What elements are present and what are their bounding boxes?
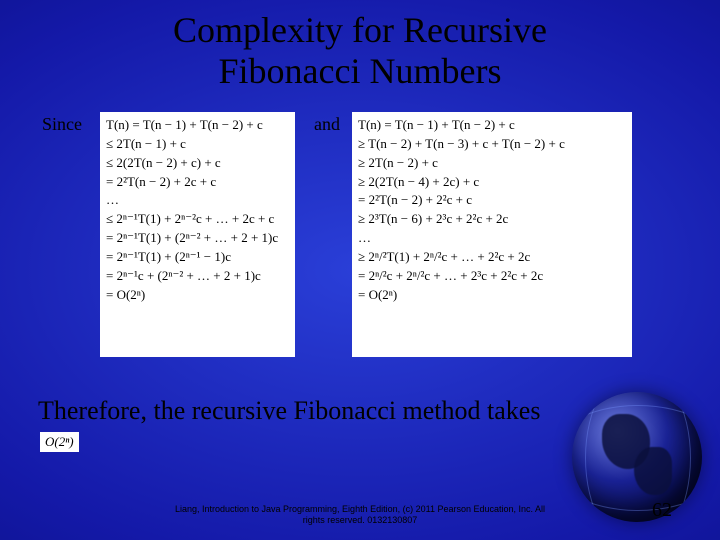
title-line-1: Complexity for Recursive	[173, 10, 547, 50]
conclusion-text: Therefore, the recursive Fibonacci metho…	[38, 396, 540, 426]
math-line: = 2ⁿ⁻¹T(1) + (2ⁿ⁻¹ − 1)c	[106, 248, 289, 267]
title-line-2: Fibonacci Numbers	[219, 51, 502, 91]
math-line: = 2ⁿ⁻¹T(1) + (2ⁿ⁻² + … + 2 + 1)c	[106, 229, 289, 248]
label-since: Since	[42, 114, 82, 135]
math-line: ≥ 2³T(n − 6) + 2³c + 2²c + 2c	[358, 210, 626, 229]
math-line: ≥ 2T(n − 2) + c	[358, 154, 626, 173]
math-line: = 2²T(n − 2) + 2c + c	[106, 173, 289, 192]
math-line: ≤ 2T(n − 1) + c	[106, 135, 289, 154]
math-line: …	[106, 191, 289, 210]
slide-title: Complexity for Recursive Fibonacci Numbe…	[0, 10, 720, 93]
footer-line-1: Liang, Introduction to Java Programming,…	[175, 504, 545, 514]
math-line: = O(2ⁿ)	[358, 286, 626, 305]
math-line: = O(2ⁿ)	[106, 286, 289, 305]
footer-line-2: rights reserved. 0132130807	[303, 515, 418, 525]
label-and: and	[314, 114, 340, 135]
math-derivation-upper-bound: T(n) = T(n − 1) + T(n − 2) + c ≤ 2T(n − …	[100, 112, 295, 357]
footer-citation: Liang, Introduction to Java Programming,…	[0, 504, 720, 526]
math-line: …	[358, 229, 626, 248]
math-line: ≥ T(n − 2) + T(n − 3) + c + T(n − 2) + c	[358, 135, 626, 154]
math-line: = 2ⁿ/²c + 2ⁿ/²c + … + 2³c + 2²c + 2c	[358, 267, 626, 286]
complexity-result: O(2ⁿ)	[40, 432, 79, 452]
math-line: ≤ 2ⁿ⁻¹T(1) + 2ⁿ⁻²c + … + 2c + c	[106, 210, 289, 229]
slide-number: 62	[652, 499, 672, 522]
globe-landmass	[634, 447, 672, 495]
math-line: ≤ 2(2T(n − 2) + c) + c	[106, 154, 289, 173]
globe-graphic	[572, 392, 702, 522]
math-line: T(n) = T(n − 1) + T(n − 2) + c	[106, 116, 289, 135]
math-line: ≥ 2(2T(n − 4) + 2c) + c	[358, 173, 626, 192]
math-line: ≥ 2ⁿ/²T(1) + 2ⁿ/²c + … + 2²c + 2c	[358, 248, 626, 267]
math-line: = 2ⁿ⁻¹c + (2ⁿ⁻² + … + 2 + 1)c	[106, 267, 289, 286]
math-derivation-lower-bound: T(n) = T(n − 1) + T(n − 2) + c ≥ T(n − 2…	[352, 112, 632, 357]
slide: Complexity for Recursive Fibonacci Numbe…	[0, 0, 720, 540]
math-line: = 2²T(n − 2) + 2²c + c	[358, 191, 626, 210]
globe-landmass	[602, 414, 650, 469]
math-line: T(n) = T(n − 1) + T(n − 2) + c	[358, 116, 626, 135]
